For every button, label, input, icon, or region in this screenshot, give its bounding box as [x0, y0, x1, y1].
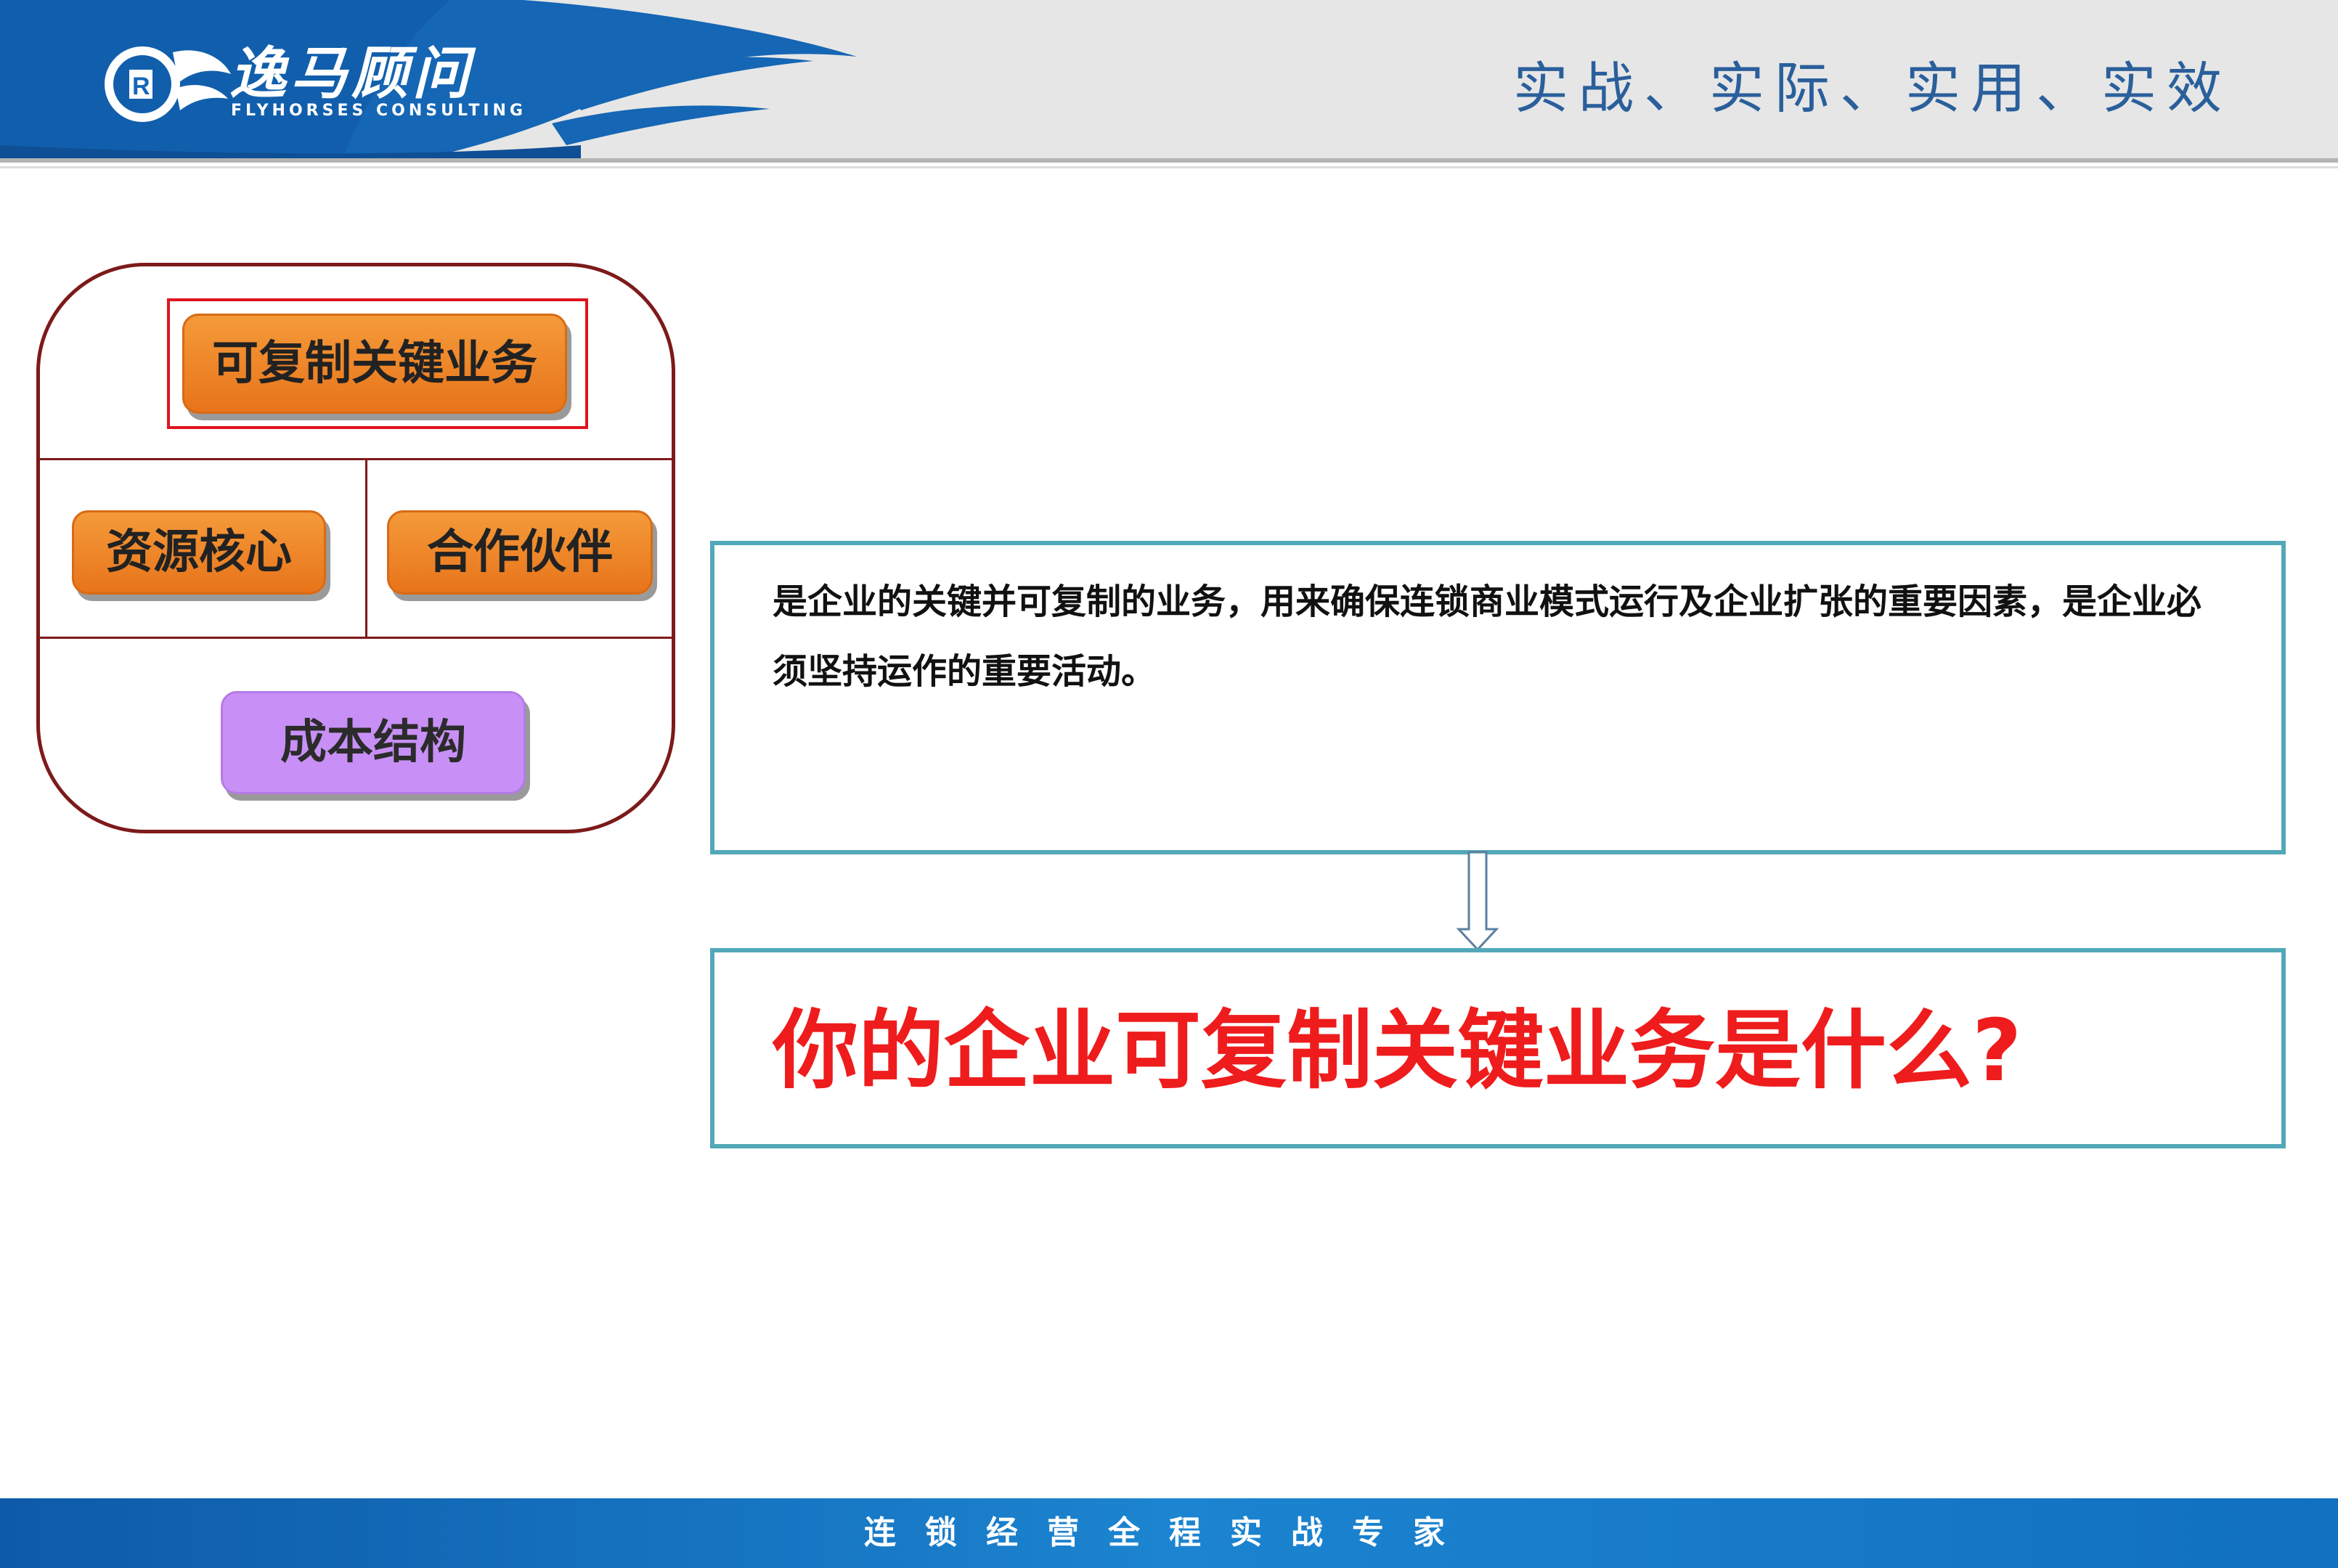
cost-structure-block: 成本结构 — [221, 691, 526, 794]
description-text: 是企业的关键并可复制的业务，用来确保连锁商业模式运行及企业扩张的重要因素，是企业… — [773, 581, 2202, 692]
diagram-divider-vertical — [365, 458, 367, 638]
question-text: 你的企业可复制关键业务是什么? — [773, 1000, 2022, 1101]
header-divider — [0, 158, 2338, 163]
header-bar: R 逸马顾问 FLYHORSES CONSULTING 实战、实际、实用、实效 — [0, 0, 2338, 161]
logo-subtext: FLYHORSES CONSULTING — [231, 102, 526, 120]
diagram-divider-top — [40, 458, 672, 460]
key-business-block: 可复制关键业务 — [182, 314, 567, 414]
header-tagline: 实战、实际、实用、实效 — [1513, 56, 2232, 121]
logo-icon: R — [105, 46, 231, 122]
business-model-diagram: 可复制关键业务 资源核心 合作伙伴 成本结构 — [36, 263, 675, 833]
down-arrow-icon — [1456, 851, 1499, 952]
header-divider-light — [0, 166, 2338, 168]
partners-block: 合作伙伴 — [387, 510, 653, 595]
svg-text:R: R — [132, 73, 150, 100]
diagram-divider-middle — [40, 637, 672, 639]
core-resources-block: 资源核心 — [72, 510, 326, 595]
question-box: 你的企业可复制关键业务是什么? — [710, 948, 2286, 1148]
footer-text: 连锁经营全程实战专家 — [864, 1514, 1474, 1551]
description-box: 是企业的关键并可复制的业务，用来确保连锁商业模式运行及企业扩张的重要因素，是企业… — [710, 541, 2286, 854]
footer-bar: 连锁经营全程实战专家 — [0, 1498, 2338, 1568]
